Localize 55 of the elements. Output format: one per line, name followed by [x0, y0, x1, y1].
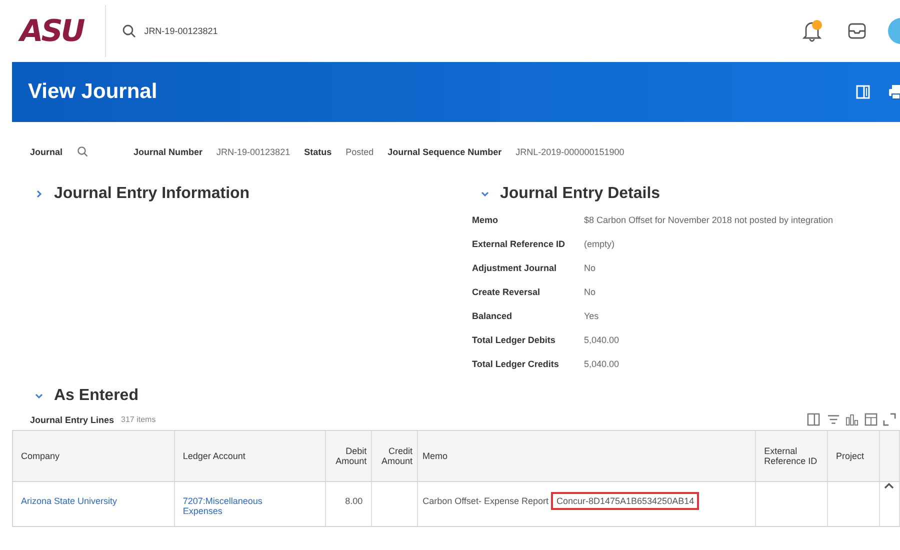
field-label: Balanced — [472, 311, 514, 321]
field-value: Posted — [346, 146, 374, 156]
inbox-icon[interactable] — [848, 23, 866, 39]
section-toggle[interactable]: As Entered — [34, 387, 138, 405]
field-value: No — [584, 263, 597, 273]
print-icon[interactable] — [888, 84, 900, 100]
company-link[interactable]: Arizona State University — [21, 496, 118, 506]
column-header[interactable]: Ledger Account — [182, 451, 246, 461]
field-label: Total Ledger Debits — [472, 335, 556, 345]
chart-icon[interactable] — [845, 413, 859, 426]
search-icon — [122, 24, 136, 38]
field-value: Yes — [584, 311, 600, 321]
table-title: Journal Entry Lines — [30, 414, 114, 424]
field-label: Journal — [30, 146, 63, 156]
field-label: Status — [304, 146, 332, 156]
field-value: (empty) — [584, 239, 616, 249]
field-value: JRNL-2019-000000151900 — [516, 146, 624, 156]
field-value: JRN-19-00123821 — [216, 146, 290, 156]
ledger-account-link[interactable]: 7207:Miscellaneous Expenses — [182, 496, 283, 516]
field-value: No — [584, 287, 597, 297]
field-label: Journal Number — [134, 146, 203, 156]
section-toggle[interactable]: Journal Entry Information — [34, 185, 250, 203]
column-header[interactable]: Project — [836, 451, 864, 461]
column-header[interactable]: Debit Amount — [330, 446, 367, 466]
fullscreen-icon[interactable] — [883, 413, 896, 426]
field-label: Memo — [472, 215, 500, 225]
search-icon[interactable] — [76, 146, 88, 157]
field-label: Journal Sequence Number — [388, 146, 502, 156]
chevron-icon — [480, 189, 490, 199]
field-label: Total Ledger Credits — [472, 359, 560, 369]
column-header[interactable]: External Reference ID — [764, 446, 820, 466]
field-value: 5,040.00 — [584, 359, 620, 369]
notifications-button[interactable] — [802, 20, 822, 42]
chevron-icon — [34, 391, 44, 401]
scroll-up-icon[interactable] — [884, 482, 894, 490]
chevron-icon — [34, 189, 44, 199]
column-header[interactable]: Company — [21, 451, 60, 461]
item-count: 317 items — [121, 415, 156, 424]
field-label: External Reference ID — [472, 239, 566, 249]
search-field[interactable]: JRN-19-00123821 — [144, 26, 218, 36]
export-icon[interactable] — [807, 413, 820, 426]
page-title: View Journal — [28, 80, 158, 104]
logo[interactable]: ASU — [20, 14, 84, 48]
table-cell: Carbon Offset- Expense Report — [422, 496, 548, 506]
filter-icon[interactable] — [827, 413, 840, 426]
highlighted-text: Concur-8D1475A1B6534250AB14 — [551, 492, 700, 510]
column-header[interactable]: Memo — [422, 451, 448, 461]
field-label: Create Reversal — [472, 287, 542, 297]
table-cell: 8.00 — [345, 496, 363, 506]
field-value: $8 Carbon Offset for November 2018 not posted by integration — [584, 215, 834, 225]
field-label: Adjustment Journal — [472, 263, 558, 273]
field-value: 5,040.00 — [584, 335, 620, 345]
column-header[interactable]: Credit Amount — [376, 446, 413, 466]
section-toggle[interactable]: Journal Entry Details — [480, 185, 660, 203]
columns-icon[interactable] — [864, 413, 878, 426]
